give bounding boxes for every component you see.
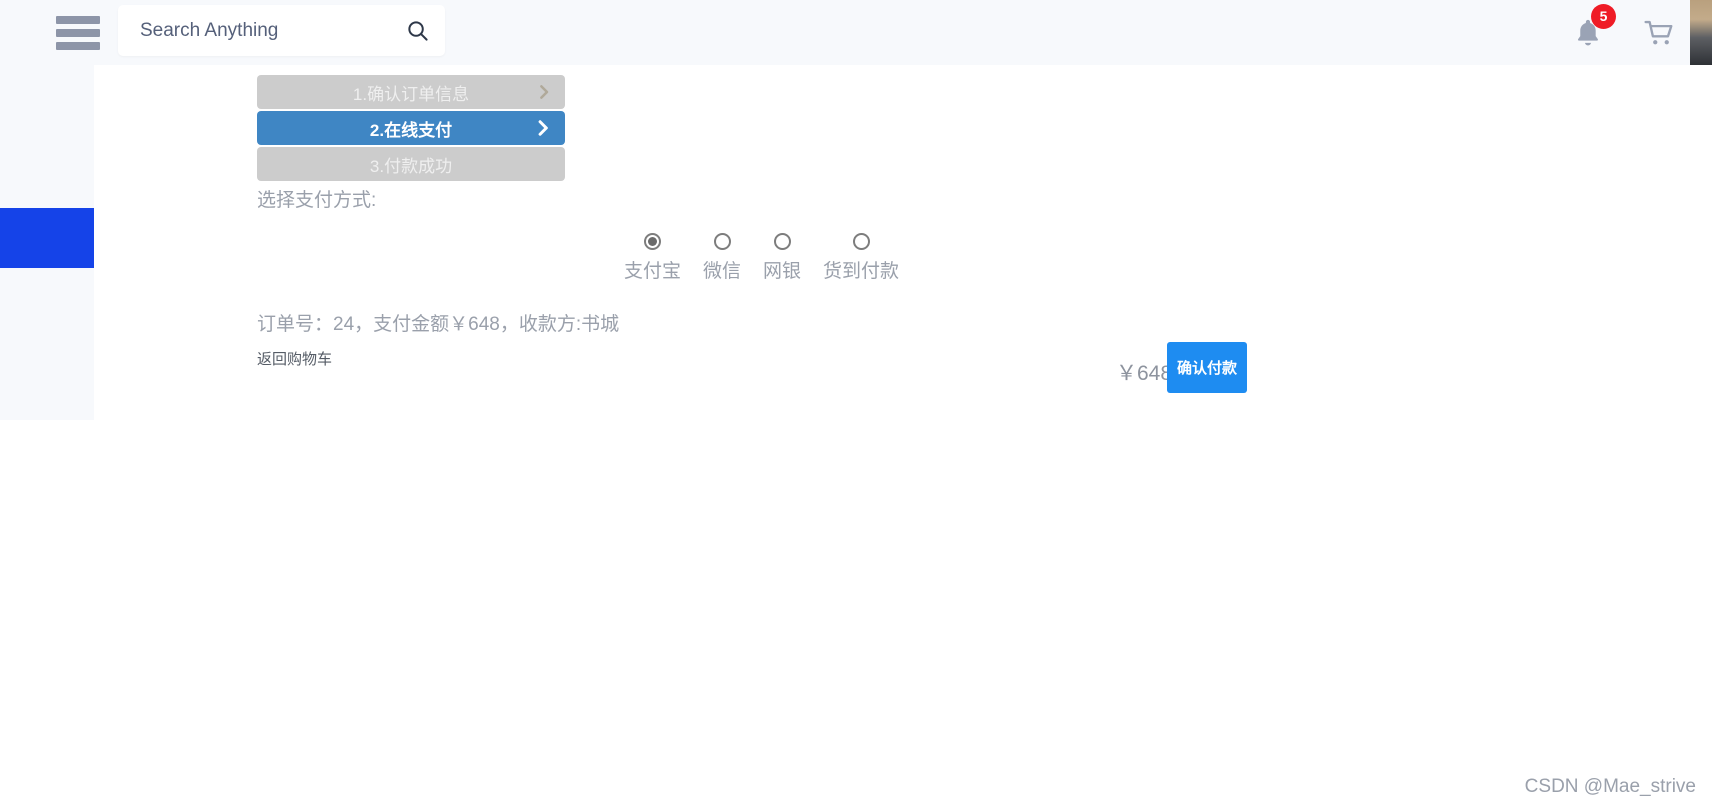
step-label: 2.在线支付 <box>369 120 453 140</box>
back-to-cart-link[interactable]: 返回购物车 <box>257 348 332 369</box>
bell-icon[interactable]: 5 <box>1572 3 1616 49</box>
payment-option-wechat[interactable]: 微信 <box>703 233 741 283</box>
step-label: 3.付款成功 <box>369 156 453 176</box>
watermark-text: CSDN @Mae_strive <box>1524 776 1696 797</box>
payment-option-label: 微信 <box>703 261 742 282</box>
radio-icon[interactable] <box>644 233 661 250</box>
main-content: 1.确认订单信息 2.在线支付 3.付款成功 选择支付方式: 支付宝 微信 网银… <box>94 65 1712 810</box>
confirm-payment-button[interactable]: 确认付款 <box>1167 342 1247 393</box>
hamburger-bar <box>56 29 100 37</box>
total-amount: ￥648 <box>1116 362 1173 385</box>
payment-method-group: 支付宝 微信 网银 货到付款 <box>624 233 911 283</box>
radio-icon[interactable] <box>713 233 731 250</box>
page-root: 5 1.确认订单信息 <box>0 0 1712 810</box>
payment-option-alipay[interactable]: 支付宝 <box>624 233 681 283</box>
step-confirm-order[interactable]: 1.确认订单信息 <box>257 75 565 109</box>
chevron-right-icon <box>533 118 553 138</box>
payment-option-label: 网银 <box>763 261 802 282</box>
payment-option-online-banking[interactable]: 网银 <box>763 233 801 283</box>
payment-option-label: 支付宝 <box>624 261 682 282</box>
shopping-cart-icon[interactable] <box>1642 18 1678 48</box>
search-input[interactable] <box>118 19 389 42</box>
search-icon[interactable] <box>389 5 445 56</box>
sidebar-active-indicator[interactable] <box>0 208 94 268</box>
step-online-payment[interactable]: 2.在线支付 <box>257 111 565 145</box>
payment-option-cash-on-delivery[interactable]: 货到付款 <box>823 233 899 283</box>
step-payment-success[interactable]: 3.付款成功 <box>257 147 565 181</box>
radio-icon[interactable] <box>773 233 791 250</box>
sidebar <box>0 65 94 420</box>
payment-option-label: 货到付款 <box>823 261 900 282</box>
hamburger-menu-icon[interactable] <box>56 16 100 50</box>
header-actions: 5 <box>1572 0 1712 65</box>
notification-badge: 5 <box>1591 3 1616 29</box>
app-header: 5 <box>0 0 1712 65</box>
step-label: 1.确认订单信息 <box>352 84 470 104</box>
radio-icon[interactable] <box>852 233 870 250</box>
avatar[interactable] <box>1690 0 1712 65</box>
chevron-right-icon <box>535 83 553 101</box>
order-info-text: 订单号：24，支付金额￥648，收款方:书城 <box>257 314 620 335</box>
checkout-steps: 1.确认订单信息 2.在线支付 3.付款成功 <box>257 75 565 183</box>
hamburger-bar <box>56 16 100 24</box>
search-bar[interactable] <box>118 5 445 56</box>
hamburger-bar <box>56 42 100 50</box>
choose-payment-label: 选择支付方式: <box>257 190 377 211</box>
